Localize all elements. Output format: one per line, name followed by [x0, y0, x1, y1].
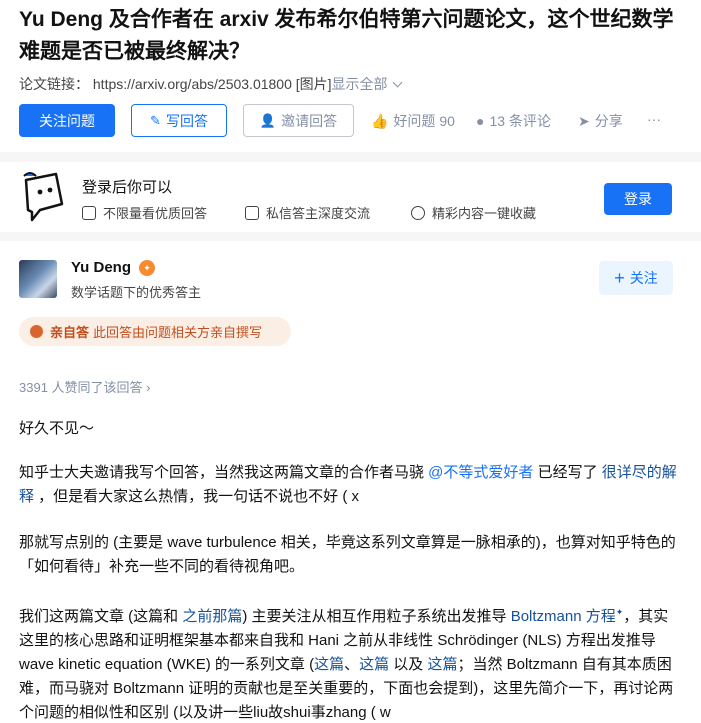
- chevron-down-icon[interactable]: [392, 77, 402, 88]
- upvote-count-link[interactable]: 3391 人赞同了该回答 ›: [19, 377, 150, 396]
- paper-link[interactable]: https://arxiv.org/abs/2503.01800: [93, 76, 292, 92]
- follow-author-button[interactable]: + 关注: [599, 261, 673, 295]
- invite-user-icon: 👤: [259, 112, 277, 128]
- share-button[interactable]: ➤ 分享: [578, 111, 623, 131]
- message-icon: [245, 205, 259, 220]
- feature-label: 精彩内容一键收藏: [432, 206, 537, 221]
- plus-icon: +: [614, 268, 625, 288]
- mascot-icon: [23, 172, 64, 222]
- answer-card: Yu Deng ✦ 数学话题下的优秀答主 + 关注 亲自答 此回答由问题相关方亲…: [0, 241, 701, 723]
- comments-button[interactable]: ● 13 条评论: [476, 111, 551, 131]
- login-label: 登录: [624, 191, 652, 207]
- follow-author-label: 关注: [629, 270, 658, 286]
- image-tag[interactable]: [图片]: [296, 76, 332, 92]
- follow-question-button[interactable]: 关注问题: [19, 104, 115, 137]
- paper-link-1[interactable]: 这篇: [314, 656, 344, 673]
- invite-answer-label: 邀请回答: [281, 112, 338, 129]
- comment-icon: ●: [476, 113, 485, 129]
- write-answer-button[interactable]: ✎ 写回答: [131, 104, 227, 137]
- feature-label: 不限量看优质回答: [103, 206, 208, 221]
- login-prompt-title: 登录后你可以: [82, 179, 173, 196]
- write-answer-label: 写回答: [165, 112, 208, 129]
- question-detail[interactable]: 论文链接： https://arxiv.org/abs/2503.01800 […: [19, 74, 402, 94]
- text-span: 知乎士大夫邀请我写个回答，当然我这两篇文章的合作者马骁: [19, 464, 429, 481]
- follow-question-label: 关注问题: [39, 112, 95, 129]
- feature-unlimited: 不限量看优质回答: [82, 203, 207, 222]
- previous-paper-link[interactable]: 之前那篇: [182, 608, 242, 625]
- feature-favorite: 精彩内容一键收藏: [411, 203, 536, 222]
- avatar[interactable]: [19, 260, 57, 298]
- login-button[interactable]: 登录: [604, 183, 672, 215]
- copy-icon: [82, 205, 96, 220]
- link-label: 论文链接：: [19, 76, 89, 92]
- answer-paragraph-3: 那就写点别的 (主要是 wave turbulence 相关，毕竟这系列文章算是…: [19, 534, 676, 575]
- text-span: 已经写了: [533, 464, 602, 481]
- invite-answer-button[interactable]: 👤 邀请回答: [243, 104, 354, 137]
- text-span: 以及: [389, 656, 428, 673]
- text-span: ，但是看大家这么热情，我一句话不说也不好 ( x: [34, 488, 360, 505]
- share-label: 分享: [594, 113, 623, 129]
- good-question-label: 好问题 90: [393, 113, 455, 129]
- ellipsis-icon: ···: [647, 111, 661, 127]
- author-name[interactable]: Yu Deng: [71, 259, 131, 276]
- paper-link-3[interactable]: 这篇: [427, 656, 457, 673]
- show-all-link[interactable]: 显示全部: [332, 76, 388, 92]
- question-title: Yu Deng 及合作者在 arxiv 发布希尔伯特第六问题论文，这个世纪数学难…: [19, 8, 674, 63]
- paper-plane-icon: ➤: [578, 112, 590, 129]
- feature-label: 私信答主深度交流: [266, 206, 371, 221]
- boltzmann-link[interactable]: Boltzmann 方程: [511, 608, 616, 625]
- text-span: 我们这两篇文章 (这篇和: [19, 608, 183, 625]
- answer-paragraph-1: 好久不见～: [19, 420, 95, 437]
- user-mention-link[interactable]: @不等式爱好者: [428, 464, 533, 481]
- author-badge-icon[interactable]: ✦: [139, 260, 155, 276]
- favorite-icon: [411, 205, 425, 220]
- self-answer-text: 此回答由问题相关方亲自撰写: [93, 325, 263, 340]
- paper-link-2[interactable]: 这篇: [359, 656, 389, 673]
- comments-label: 13 条评论: [489, 113, 551, 129]
- pen-icon: ✎: [150, 112, 161, 128]
- author-description: 数学话题下的优秀答主: [71, 285, 202, 300]
- thumb-up-icon: 👍: [371, 112, 389, 129]
- good-question-button[interactable]: 👍 好问题 90: [371, 111, 455, 131]
- self-answer-icon: [30, 325, 43, 338]
- text-span: ) 主要关注从相互作用粒子系统出发推导: [242, 608, 511, 625]
- login-prompt: 登录后你可以 不限量看优质回答 私信答主深度交流 精彩内容一键收藏 登录: [0, 162, 701, 232]
- text-span: 、: [344, 656, 360, 673]
- question-header: Yu Deng 及合作者在 arxiv 发布希尔伯特第六问题论文，这个世纪数学难…: [0, 0, 701, 152]
- self-answer-tag: 亲自答: [50, 325, 90, 340]
- feature-message: 私信答主深度交流: [245, 203, 370, 222]
- answer-paragraph-4: 我们这两篇文章 (这篇和 之前那篇) 主要关注从相互作用粒子系统出发推导 Bol…: [19, 600, 681, 723]
- self-answer-badge: 亲自答 此回答由问题相关方亲自撰写: [19, 317, 291, 346]
- answer-paragraph-2: 知乎士大夫邀请我写个回答，当然我这两篇文章的合作者马骁 @不等式爱好者 已经写了…: [19, 461, 681, 509]
- more-button[interactable]: ···: [647, 111, 661, 127]
